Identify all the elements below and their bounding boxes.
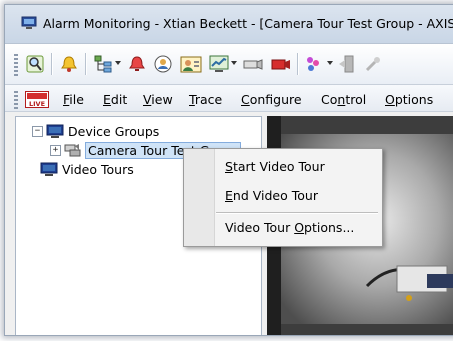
menu-configure-label-rest: onfigure bbox=[249, 92, 302, 107]
menu-item-label: Video Tour bbox=[225, 220, 295, 235]
video-recorder-button[interactable] bbox=[269, 52, 293, 76]
start-video-tour-item[interactable]: Start Video Tour bbox=[225, 159, 325, 174]
paint-dropdown-arrow[interactable] bbox=[327, 61, 333, 65]
menu-bar: LIVE File Edit View Trace Configure Cont… bbox=[5, 85, 453, 112]
cardholder-button[interactable] bbox=[179, 52, 203, 76]
search-button[interactable] bbox=[23, 52, 47, 76]
menu-item-label-rest: tart Video Tour bbox=[232, 159, 325, 174]
tree-item-label: Video Tours bbox=[62, 161, 134, 177]
menu-item-label-rest: nd Video Tour bbox=[232, 188, 318, 203]
tree-item-label: Device Groups bbox=[68, 123, 160, 139]
title-bar[interactable]: Alarm Monitoring - Xtian Beckett - [Came… bbox=[5, 5, 453, 44]
menu-configure[interactable]: Configure bbox=[241, 92, 302, 107]
menu-control-label-rest: trol bbox=[345, 92, 367, 107]
monitor-dropdown-arrow[interactable] bbox=[231, 61, 237, 65]
cardholder-icon bbox=[180, 56, 202, 73]
monitor-icon bbox=[46, 124, 64, 138]
menu-file[interactable]: File bbox=[63, 92, 84, 107]
menu-item-accesskey: S bbox=[225, 159, 233, 174]
alarm-button[interactable] bbox=[57, 52, 81, 76]
badge-icon bbox=[154, 55, 172, 73]
menubar-grip[interactable] bbox=[14, 91, 18, 109]
menu-edit[interactable]: Edit bbox=[103, 92, 127, 107]
menu-edit-label-rest: dit bbox=[110, 92, 128, 107]
svg-text:LIVE: LIVE bbox=[29, 100, 45, 108]
toolbar-separator bbox=[51, 53, 53, 75]
menu-view[interactable]: View bbox=[143, 92, 173, 107]
monitor-chart-icon bbox=[209, 55, 229, 72]
end-video-tour-item[interactable]: End Video Tour bbox=[225, 188, 318, 203]
tree-item-video-tours[interactable]: Video Tours bbox=[40, 160, 134, 178]
badge-button[interactable] bbox=[151, 52, 175, 76]
context-menu: Start Video Tour End Video Tour Video To… bbox=[183, 148, 383, 247]
monitor-icon bbox=[40, 162, 58, 176]
expand-toggle[interactable]: + bbox=[50, 144, 61, 156]
collapse-toggle[interactable]: − bbox=[32, 125, 43, 137]
toolbar bbox=[5, 44, 453, 85]
monitor-chart-button[interactable] bbox=[207, 52, 231, 76]
camera-icon bbox=[243, 59, 263, 70]
tree-item-device-groups[interactable]: − Device Groups bbox=[32, 122, 159, 140]
menu-item-label-rest: ptions... bbox=[304, 220, 355, 235]
menu-file-label-rest: ile bbox=[69, 92, 84, 107]
menu-trace-label-rest: race bbox=[194, 92, 223, 107]
menu-control-label: Co bbox=[321, 92, 338, 107]
menu-options-label-rest: ptions bbox=[394, 92, 434, 107]
paint-button[interactable] bbox=[303, 52, 327, 76]
menu-options[interactable]: Options bbox=[385, 92, 433, 107]
tool-icon bbox=[365, 57, 380, 72]
toolbar-separator bbox=[85, 53, 87, 75]
app-window: Alarm Monitoring - Xtian Beckett - [Came… bbox=[4, 4, 453, 336]
context-menu-gutter bbox=[184, 149, 215, 246]
door-button[interactable] bbox=[335, 52, 359, 76]
menu-view-label-rest: iew bbox=[151, 92, 173, 107]
menu-control[interactable]: Control bbox=[321, 92, 366, 107]
monitor-app-icon bbox=[21, 16, 37, 29]
live-icon[interactable]: LIVE bbox=[25, 91, 49, 108]
door-icon bbox=[339, 55, 354, 73]
toolbar-separator bbox=[297, 53, 299, 75]
tool-button[interactable] bbox=[361, 52, 385, 76]
hierarchy-dropdown-arrow[interactable] bbox=[115, 61, 121, 65]
paint-icon bbox=[307, 57, 319, 71]
camera-group-icon bbox=[64, 143, 81, 156]
menu-edit-accesskey: E bbox=[103, 92, 111, 107]
context-menu-separator bbox=[216, 212, 378, 214]
red-alert-button[interactable] bbox=[125, 52, 149, 76]
red-alert-icon bbox=[129, 56, 145, 71]
menu-options-accesskey: O bbox=[385, 92, 395, 107]
menu-configure-accesskey: C bbox=[241, 92, 250, 107]
window-title: Alarm Monitoring - Xtian Beckett - [Came… bbox=[43, 16, 453, 31]
menu-item-accesskey: E bbox=[225, 188, 233, 203]
alarm-bell-icon bbox=[61, 56, 77, 72]
video-recorder-icon bbox=[271, 59, 290, 70]
camera-button[interactable] bbox=[241, 52, 265, 76]
hierarchy-button[interactable] bbox=[91, 52, 115, 76]
video-tour-options-item[interactable]: Video Tour Options... bbox=[225, 220, 354, 235]
toolbar-grip[interactable] bbox=[14, 54, 18, 76]
magnifier-icon bbox=[26, 55, 44, 73]
hierarchy-icon bbox=[94, 55, 112, 73]
menu-item-accesskey: O bbox=[294, 220, 305, 235]
menu-trace[interactable]: Trace bbox=[189, 92, 222, 107]
